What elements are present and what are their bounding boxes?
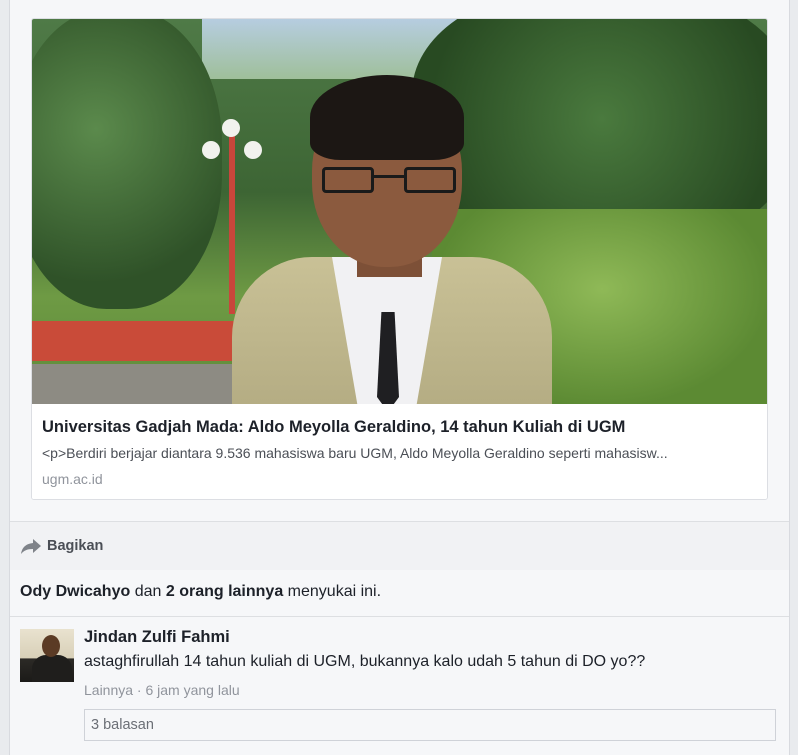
- share-button[interactable]: Bagikan: [47, 538, 103, 554]
- photo-person: [232, 57, 562, 404]
- replies-button[interactable]: 3 balasan: [84, 709, 776, 741]
- photo-railing: [32, 321, 242, 361]
- share-bar: Bagikan: [10, 521, 789, 571]
- comment-meta[interactable]: Lainnya · 6 jam yang lalu: [84, 682, 240, 698]
- liker-name-link[interactable]: Ody Dwicahyo: [20, 583, 130, 600]
- photo-tree-left: [32, 19, 222, 309]
- post-card: Universitas Gadjah Mada: Aldo Meyolla Ge…: [9, 0, 790, 755]
- avatar-body: [32, 655, 72, 682]
- other-likers-link[interactable]: 2 orang lainnya: [166, 583, 283, 600]
- glasses-bridge: [374, 175, 404, 178]
- replies-label: 3 balasan: [91, 717, 154, 733]
- link-preview-domain: ugm.ac.id: [42, 471, 103, 487]
- link-preview-description: <p>Berdiri berjajar diantara 9.536 mahas…: [42, 445, 668, 461]
- photo-lamp: [202, 141, 220, 159]
- avatar[interactable]: [20, 629, 74, 682]
- link-preview-photo[interactable]: [32, 19, 767, 404]
- comment-author[interactable]: Jindan Zulfi Fahmi: [84, 628, 230, 647]
- link-preview-text[interactable]: Universitas Gadjah Mada: Aldo Meyolla Ge…: [32, 404, 767, 499]
- glasses-lens-right: [404, 167, 456, 193]
- comment-text: astaghfirullah 14 tahun kuliah di UGM, b…: [84, 653, 646, 670]
- share-arrow-icon[interactable]: [21, 539, 41, 554]
- person-hair: [310, 75, 464, 160]
- likes-conjunction: dan: [130, 583, 166, 600]
- glasses-lens-left: [322, 167, 374, 193]
- photo-ground: [32, 364, 252, 404]
- link-preview-title[interactable]: Universitas Gadjah Mada: Aldo Meyolla Ge…: [42, 418, 625, 437]
- link-preview[interactable]: Universitas Gadjah Mada: Aldo Meyolla Ge…: [31, 18, 768, 500]
- comment: Jindan Zulfi Fahmi astaghfirullah 14 tah…: [10, 617, 789, 755]
- person-glasses: [322, 167, 457, 195]
- likes-summary[interactable]: Ody Dwicahyo dan 2 orang lainnya menyuka…: [10, 570, 789, 617]
- likes-suffix: menyukai ini.: [283, 583, 382, 600]
- avatar-head: [42, 635, 60, 657]
- likes-summary-text: Ody Dwicahyo dan 2 orang lainnya menyuka…: [20, 583, 381, 601]
